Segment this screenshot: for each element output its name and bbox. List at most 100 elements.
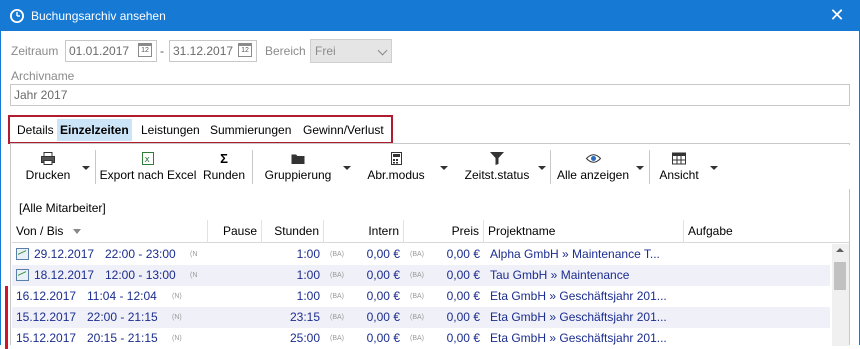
folder-icon <box>291 154 305 164</box>
date-to-value: 31.12.2017 <box>173 44 234 58</box>
row-stunden: 1:00 <box>296 268 320 282</box>
row-ba-intern: (BA) <box>330 293 344 300</box>
table-row[interactable]: 18.12.2017 12:00 - 13:00 (N 1:00 (BA) 0,00 € (… <box>12 265 830 286</box>
ansicht-label: Ansicht <box>659 168 699 182</box>
archivname-field[interactable]: Jahr 2017 <box>10 84 850 106</box>
row-time: 11:04 - 12:04 <box>87 289 157 303</box>
title-bar: Buchungsarchiv ansehen ✕ <box>0 0 860 31</box>
tab-leistungen[interactable]: Leistungen <box>141 123 200 137</box>
archivname-value: Jahr 2017 <box>14 88 68 102</box>
column-header-vonbis[interactable]: Von / Bis <box>12 220 208 243</box>
drucken-label: Drucken <box>25 168 71 182</box>
row-preis: 0,00 € <box>446 247 480 261</box>
chevron-down-icon[interactable] <box>343 166 351 170</box>
column-header-stunden[interactable]: Stunden <box>262 220 324 243</box>
column-header-preis[interactable]: Preis <box>404 220 484 243</box>
drucken-button[interactable]: Drucken <box>17 145 79 189</box>
row-flag: (N) <box>172 314 182 321</box>
row-ba-intern: (BA) <box>330 251 344 258</box>
table-row[interactable]: 15.12.2017 22:00 - 21:15 (N) 23:15 (BA) 0,00 … <box>5 307 830 328</box>
bereich-value: Frei <box>315 44 336 58</box>
chart-icon <box>16 269 29 281</box>
calendar-icon[interactable]: 12 <box>238 43 252 57</box>
vertical-scrollbar[interactable] <box>832 244 849 346</box>
table-row[interactable]: 16.12.2017 11:04 - 12:04 (N) 1:00 (BA) 0,00 €… <box>5 286 830 307</box>
table-row[interactable]: 15.12.2017 20:15 - 21:15 (N) 25:00 (BA) 0,00 … <box>5 328 830 349</box>
row-ba-preis: (BA) <box>410 335 424 342</box>
excel-icon: x <box>142 152 154 165</box>
gruppierung-label: Gruppierung <box>264 168 332 182</box>
toolbar-separator <box>649 150 650 184</box>
alle-anzeigen-button[interactable]: Alle anzeigen <box>555 145 631 189</box>
tab-details[interactable]: Details <box>17 123 54 137</box>
row-projektname: Tau GmbH » Maintenance <box>490 268 630 282</box>
toolbar: Drucken x Export nach Excel Σ Runden Gru… <box>12 145 850 189</box>
sigma-icon: Σ <box>220 151 228 166</box>
toolbar-separator <box>95 150 96 184</box>
row-flag: (N <box>190 272 198 279</box>
filter-icon <box>490 152 504 165</box>
row-date: 18.12.2017 <box>34 268 95 282</box>
table-row[interactable]: 29.12.2017 22:00 - 23:00 (N 1:00 (BA) 0,00 € (… <box>12 244 830 265</box>
chevron-down-icon[interactable] <box>636 166 644 170</box>
column-header-projektname[interactable]: Projektname <box>484 220 684 243</box>
bereich-label: Bereich <box>265 44 306 58</box>
row-stunden: 25:00 <box>289 331 320 345</box>
close-icon[interactable]: ✕ <box>814 0 860 31</box>
row-marker <box>5 286 8 307</box>
tab-gewinn-verlust[interactable]: Gewinn/Verlust <box>303 123 384 137</box>
row-ba-preis: (BA) <box>410 272 424 279</box>
tab-einzelzeiten[interactable]: Einzelzeiten <box>57 119 132 141</box>
row-intern: 0,00 € <box>366 289 400 303</box>
row-marker <box>5 328 8 349</box>
row-projektname: Eta GmbH » Geschäftsjahr 201... <box>490 310 667 324</box>
svg-text:x: x <box>145 155 151 165</box>
chevron-down-icon[interactable] <box>440 166 448 170</box>
column-header-intern[interactable]: Intern <box>324 220 404 243</box>
row-ba-preis: (BA) <box>410 314 424 321</box>
toolbar-separator <box>252 150 253 184</box>
column-header-vonbis-label: Von / Bis <box>16 224 64 238</box>
calendar-icon[interactable]: 12 <box>138 43 152 57</box>
chevron-down-icon <box>377 45 388 56</box>
abrmodus-label: Abr.modus <box>367 168 425 182</box>
row-preis: 0,00 € <box>446 289 480 303</box>
time-grid: Von / Bis Pause Stunden Intern Preis Pro… <box>5 220 849 349</box>
row-ba-preis: (BA) <box>410 293 424 300</box>
row-ba-intern: (BA) <box>330 272 344 279</box>
einzelzeiten-panel: Drucken x Export nach Excel Σ Runden Gru… <box>5 143 850 349</box>
row-ba-preis: (BA) <box>410 251 424 258</box>
export-label: Export nach Excel <box>99 168 197 182</box>
row-projektname: Eta GmbH » Geschäftsjahr 201... <box>490 289 667 303</box>
row-flag: (N <box>190 251 198 258</box>
row-flag: (N) <box>172 335 182 342</box>
row-intern: 0,00 € <box>366 247 400 261</box>
window-title: Buchungsarchiv ansehen <box>31 9 166 23</box>
row-preis: 0,00 € <box>446 268 480 282</box>
abrmodus-button[interactable]: Abr.modus <box>358 145 434 189</box>
row-flag: (N) <box>172 293 182 300</box>
toolbar-separator <box>550 150 551 184</box>
row-stunden: 1:00 <box>296 247 320 261</box>
bereich-select[interactable]: Frei <box>310 39 392 63</box>
scrollbar-thumb[interactable] <box>834 262 846 290</box>
clock-icon <box>10 9 24 23</box>
runden-button[interactable]: Σ Runden <box>201 145 247 189</box>
tab-summierungen[interactable]: Summierungen <box>210 123 291 137</box>
row-time: 12:00 - 13:00 <box>105 268 176 282</box>
zeitstatus-button[interactable]: Zeitst.status <box>458 145 536 189</box>
row-ba-intern: (BA) <box>330 335 344 342</box>
chevron-down-icon[interactable] <box>710 166 718 170</box>
column-header-aufgabe[interactable]: Aufgabe <box>684 220 830 243</box>
row-preis: 0,00 € <box>446 310 480 324</box>
scroll-up-icon[interactable] <box>836 248 844 252</box>
chevron-down-icon[interactable] <box>82 166 90 170</box>
export-excel-button[interactable]: x Export nach Excel <box>99 145 197 189</box>
column-header-pause[interactable]: Pause <box>208 220 262 243</box>
ansicht-button[interactable]: Ansicht <box>654 145 704 189</box>
gruppierung-button[interactable]: Gruppierung <box>260 145 336 189</box>
chevron-down-icon[interactable] <box>538 166 546 170</box>
zeitstatus-label: Zeitst.status <box>464 168 530 182</box>
row-ba-intern: (BA) <box>330 314 344 321</box>
row-date: 15.12.2017 <box>16 310 77 324</box>
